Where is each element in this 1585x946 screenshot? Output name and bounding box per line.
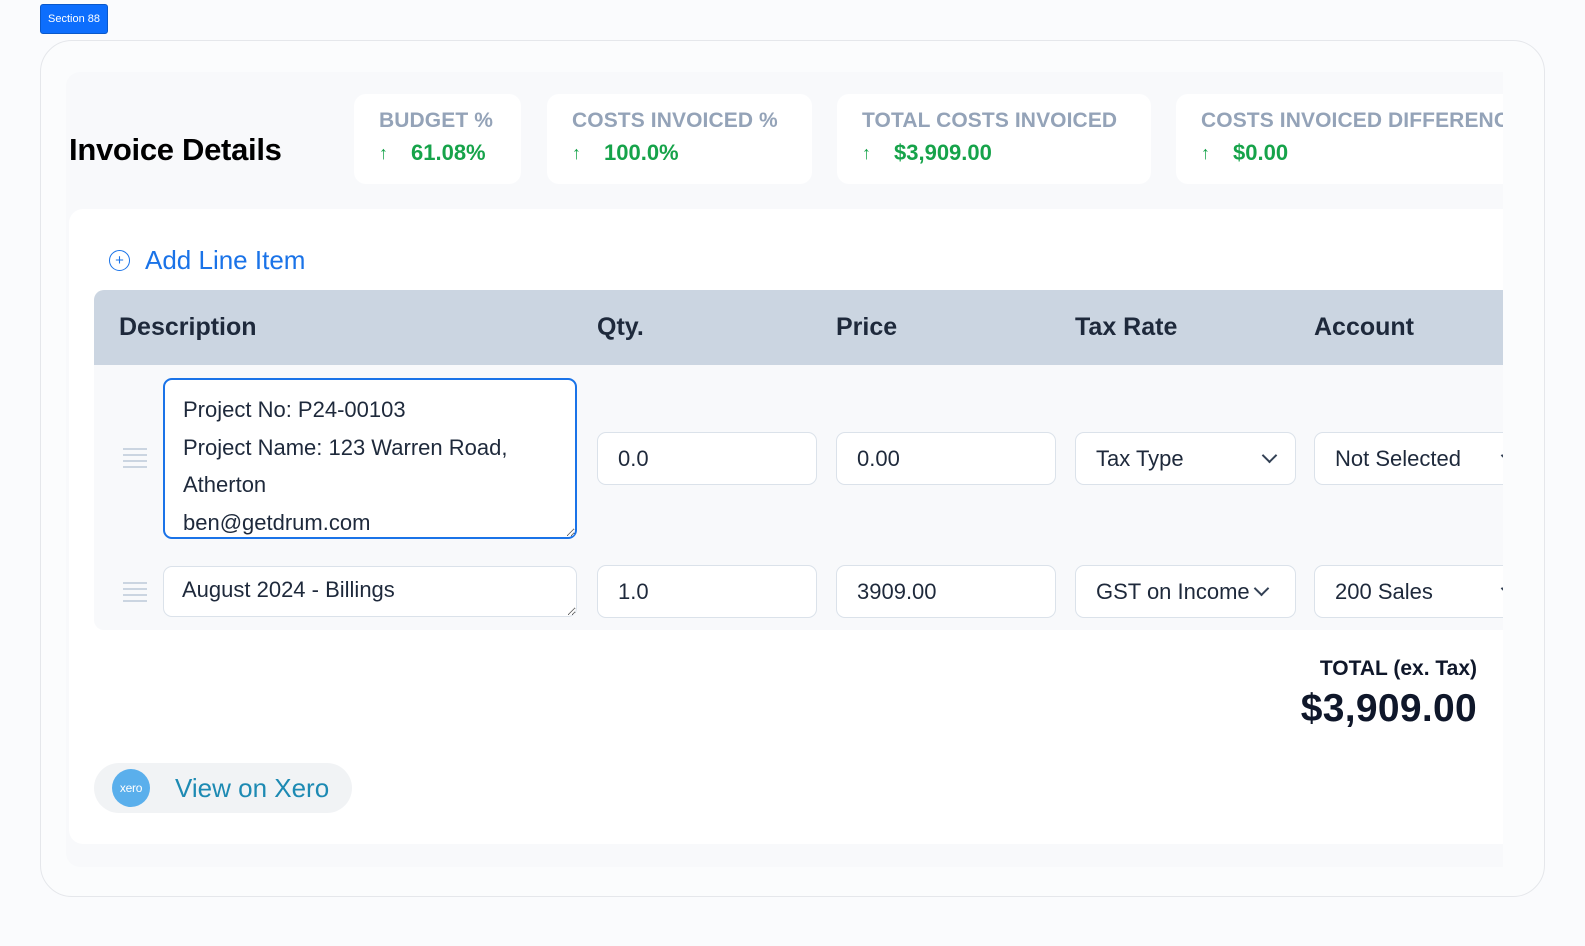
chevron-down-icon [1500,580,1503,597]
column-header-price: Price [836,313,898,341]
chevron-down-icon [1261,447,1278,464]
metric-value: 61.08% [411,140,486,165]
column-header-description: Description [119,313,257,341]
account-select[interactable]: 200 Sales [1314,565,1503,618]
table-header: Description Qty. Price Tax Rate Account [94,290,1503,365]
metric-label: TOTAL COSTS INVOICED [862,109,1118,132]
view-on-xero-label: View on Xero [175,772,330,803]
metric-value: 100.0% [604,140,679,165]
totals: TOTAL (ex. Tax) $3,909.00 [1301,657,1477,731]
qty-value: 1.0 [618,578,649,604]
metric-label: COSTS INVOICED DIFFERENCE [1201,109,1503,132]
invoice-details-panel: Invoice Details BUDGET % ↑ 61.08% COSTS … [66,72,1503,867]
add-line-item-label: Add Line Item [145,245,306,275]
account-value: Not Selected [1335,445,1461,471]
section-badge: Section 88 [40,4,108,34]
price-value: 0.00 [857,445,900,471]
metric-label: BUDGET % [379,109,493,132]
arrow-up-icon: ↑ [572,142,581,163]
column-header-qty: Qty. [597,313,644,341]
tax-rate-select[interactable]: Tax Type [1075,432,1296,485]
arrow-up-icon: ↑ [1201,142,1210,163]
add-line-item-button[interactable]: + Add Line Item [109,245,305,276]
description-textarea[interactable] [163,378,577,539]
chevron-down-icon [1253,580,1270,597]
line-items-table: Description Qty. Price Tax Rate Account … [94,290,1503,630]
account-value: 200 Sales [1335,578,1433,604]
column-header-account: Account [1314,313,1414,341]
drag-handle-icon[interactable] [123,448,147,468]
qty-value: 0.0 [618,445,649,471]
xero-logo-icon: xero [112,769,150,807]
tax-rate-select[interactable]: GST on Income [1075,565,1296,618]
metric-card-budget: BUDGET % ↑ 61.08% [354,94,521,184]
arrow-up-icon: ↑ [862,142,871,163]
chevron-down-icon [1500,447,1503,464]
qty-input[interactable]: 1.0 [597,565,817,618]
metric-label: COSTS INVOICED % [572,109,778,132]
tax-rate-value: GST on Income [1096,578,1250,604]
price-input[interactable]: 3909.00 [836,565,1056,618]
metric-card-costs-invoiced-difference: COSTS INVOICED DIFFERENCE ↑ $0.00 [1176,94,1503,184]
tax-rate-value: Tax Type [1096,445,1184,471]
metric-card-costs-invoiced-pct: COSTS INVOICED % ↑ 100.0% [547,94,812,184]
arrow-up-icon: ↑ [379,142,388,163]
column-header-tax-rate: Tax Rate [1075,313,1178,341]
line-items-card: + Add Line Item Description Qty. Price T… [69,209,1503,844]
header-row: Invoice Details BUDGET % ↑ 61.08% COSTS … [66,94,1503,184]
description-textarea[interactable] [163,566,577,617]
plus-circle-icon: + [109,250,130,271]
account-select[interactable]: Not Selected [1314,432,1503,485]
metric-value: $3,909.00 [894,140,992,165]
price-input[interactable]: 0.00 [836,432,1056,485]
page-title: Invoice Details [69,132,282,167]
price-value: 3909.00 [857,578,937,604]
drag-handle-icon[interactable] [123,582,147,602]
view-on-xero-button[interactable]: xero View on Xero [94,763,352,813]
qty-input[interactable]: 0.0 [597,432,817,485]
total-value: $3,909.00 [1300,687,1477,730]
total-label: TOTAL (ex. Tax) [1319,657,1477,680]
metric-card-total-costs-invoiced: TOTAL COSTS INVOICED ↑ $3,909.00 [837,94,1151,184]
metric-value: $0.00 [1233,140,1289,165]
